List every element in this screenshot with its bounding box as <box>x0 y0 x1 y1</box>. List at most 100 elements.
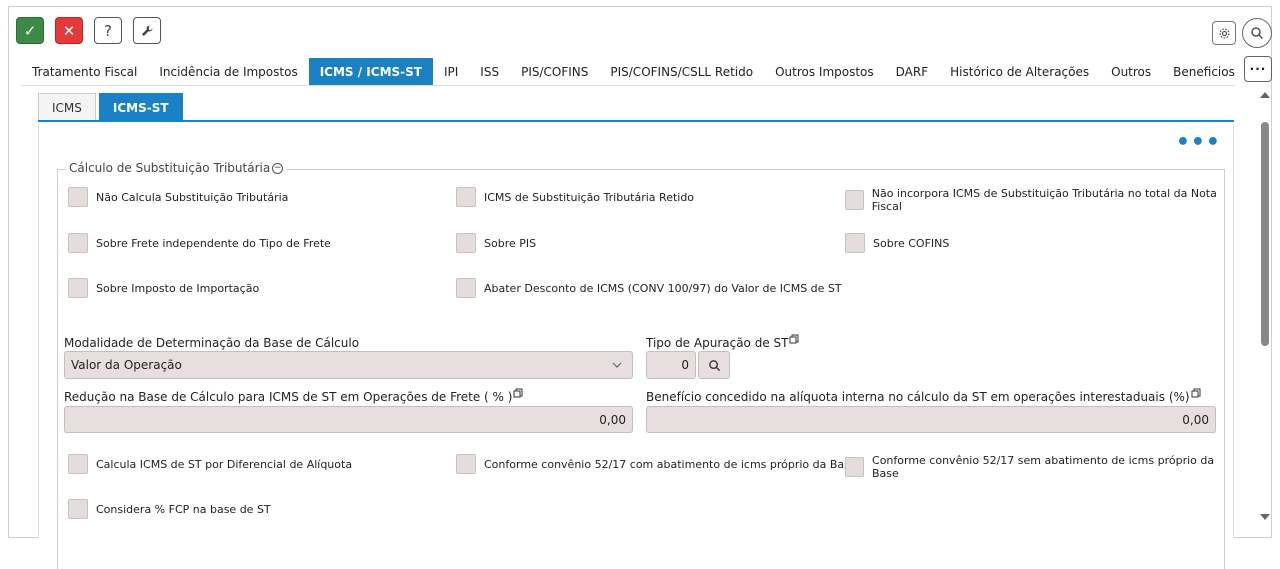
tab-outros-impostos[interactable]: Outros Impostos <box>764 58 885 86</box>
more-icon: ··· <box>1249 62 1267 76</box>
reducao-label: Redução na Base de Cálculo para ICMS de … <box>64 388 523 404</box>
checkbox-icms-st-retido[interactable]: ICMS de Substituição Tributária Retido <box>456 187 694 207</box>
modalidade-label-text: Modalidade de Determinação da Base de Cá… <box>64 336 360 350</box>
checkbox-label: Abater Desconto de ICMS (CONV 100/97) do… <box>484 281 842 295</box>
checkbox-sobre-imposto-importacao[interactable]: Sobre Imposto de Importação <box>68 278 259 298</box>
checkbox-box[interactable] <box>456 278 476 298</box>
beneficio-input[interactable]: 0,00 <box>646 406 1216 433</box>
tab-beneficios[interactable]: Beneficios <box>1162 58 1246 86</box>
tab-darf[interactable]: DARF <box>885 58 939 86</box>
subtab-icms-st[interactable]: ICMS-ST <box>98 93 183 121</box>
beneficio-label: Benefício concedido na alíquota interna … <box>646 388 1201 404</box>
checkbox-label: Não Calcula Substituição Tributária <box>96 190 289 204</box>
checkbox-sobre-pis[interactable]: Sobre PIS <box>456 233 536 253</box>
checkbox-convenio-sem-abatimento[interactable]: Conforme convênio 52/17 sem abatimento d… <box>845 454 1224 480</box>
settings-button[interactable] <box>1212 21 1236 45</box>
icms-st-panel: ••• Cálculo de Substituição Tributária −… <box>38 124 1234 569</box>
panel-more-button[interactable]: ••• <box>1176 132 1221 154</box>
checkbox-label: Conforme convênio 52/17 com abatimento d… <box>484 457 857 471</box>
reducao-label-text: Redução na Base de Cálculo para ICMS de … <box>64 390 513 404</box>
tab-outros[interactable]: Outros <box>1100 58 1162 86</box>
tipo-apuracao-value: 0 <box>681 358 689 372</box>
tipo-apuracao-label-text: Tipo de Apuração de ST <box>646 336 789 350</box>
copy-icon[interactable] <box>513 388 523 398</box>
modalidade-value: Valor da Operação <box>71 358 182 372</box>
cancel-button[interactable]: ✕ <box>55 17 83 44</box>
collapse-icon[interactable]: − <box>272 162 284 174</box>
tab-icms-icms-st[interactable]: ICMS / ICMS-ST <box>308 58 433 86</box>
checkbox-sobre-cofins[interactable]: Sobre COFINS <box>845 233 949 253</box>
modalidade-label: Modalidade de Determinação da Base de Cá… <box>64 336 359 350</box>
tipo-apuracao-search-button[interactable] <box>698 351 730 379</box>
tab-tratamento-fiscal[interactable]: Tratamento Fiscal <box>21 58 148 86</box>
subtabs-divider <box>38 120 1234 122</box>
checkbox-label: Sobre PIS <box>484 236 537 250</box>
help-button[interactable]: ? <box>94 17 122 44</box>
checkbox-label: Sobre Imposto de Importação <box>96 281 260 295</box>
checkbox-box[interactable] <box>68 454 88 474</box>
checkbox-box[interactable] <box>845 233 865 253</box>
gear-icon <box>1218 27 1230 39</box>
toolbar: ✓ ✕ ? <box>16 17 161 44</box>
search-button[interactable] <box>1242 18 1272 48</box>
checkbox-label: Não incorpora ICMS de Substituição Tribu… <box>871 187 1217 213</box>
close-icon: ✕ <box>62 21 76 40</box>
scroll-thumb[interactable] <box>1261 122 1269 346</box>
main-tabs: Tratamento Fiscal Incidência de Impostos… <box>21 58 1246 86</box>
confirm-button[interactable]: ✓ <box>16 17 44 44</box>
checkbox-convenio-com-abatimento[interactable]: Conforme convênio 52/17 com abatimento d… <box>456 454 857 474</box>
checkbox-box[interactable] <box>456 187 476 207</box>
checkbox-label: Conforme convênio 52/17 sem abatimento d… <box>872 454 1215 480</box>
search-icon <box>1251 27 1264 40</box>
tipo-apuracao-input[interactable]: 0 <box>646 351 696 379</box>
modalidade-select[interactable]: Valor da Operação <box>64 351 633 379</box>
checkbox-box[interactable] <box>456 454 476 474</box>
reducao-input[interactable]: 0,00 <box>64 406 633 433</box>
checkbox-box[interactable] <box>845 190 864 210</box>
group-title: Cálculo de Substituição Tributária − <box>66 161 287 175</box>
tab-pis-cofins-csll-retido[interactable]: PIS/COFINS/CSLL Retido <box>599 58 764 86</box>
checkbox-box[interactable] <box>68 233 88 253</box>
chevron-down-icon <box>612 362 622 368</box>
checkbox-box[interactable] <box>68 278 88 298</box>
reducao-value: 0,00 <box>599 412 626 427</box>
tab-incidencia-impostos[interactable]: Incidência de Impostos <box>148 58 308 86</box>
checkbox-considera-fcp[interactable]: Considera % FCP na base de ST <box>68 499 271 519</box>
checkbox-nao-calcula-st[interactable]: Não Calcula Substituição Tributária <box>68 187 288 207</box>
sub-tabs: ICMS ICMS-ST <box>38 93 183 121</box>
scroll-up-icon[interactable] <box>1260 92 1270 98</box>
beneficio-value: 0,00 <box>1182 412 1209 427</box>
checkbox-label: Sobre Frete independente do Tipo de Fret… <box>96 236 331 250</box>
top-right-tools <box>1212 18 1272 48</box>
checkbox-box[interactable] <box>68 499 88 519</box>
help-icon: ? <box>104 21 112 40</box>
checkbox-box[interactable] <box>845 457 865 477</box>
search-icon <box>708 359 720 371</box>
checkbox-nao-incorpora-icms-st[interactable]: Não incorpora ICMS de Substituição Tribu… <box>845 187 1224 213</box>
subtab-icms[interactable]: ICMS <box>38 93 96 121</box>
tabs-divider <box>21 85 1235 86</box>
tab-iss[interactable]: ISS <box>469 58 510 86</box>
more-options-button[interactable]: ··· <box>1244 56 1272 82</box>
beneficio-label-text: Benefício concedido na alíquota interna … <box>646 390 1190 404</box>
tab-pis-cofins[interactable]: PIS/COFINS <box>510 58 599 86</box>
vertical-scrollbar[interactable] <box>1258 92 1272 522</box>
checkbox-sobre-frete[interactable]: Sobre Frete independente do Tipo de Fret… <box>68 233 331 253</box>
checkbox-box[interactable] <box>456 233 476 253</box>
scroll-down-icon[interactable] <box>1260 514 1270 520</box>
checkbox-box[interactable] <box>68 187 88 207</box>
checkbox-label: ICMS de Substituição Tributária Retido <box>484 190 695 204</box>
tab-historico-alteracoes[interactable]: Histórico de Alterações <box>939 58 1100 86</box>
substituicao-tributaria-group: Cálculo de Substituição Tributária − Não… <box>57 161 1225 569</box>
checkbox-label: Sobre COFINS <box>873 236 950 250</box>
tools-button[interactable] <box>133 17 161 44</box>
copy-icon[interactable] <box>789 334 799 344</box>
copy-icon[interactable] <box>1191 388 1201 398</box>
checkbox-label: Calcula ICMS de ST por Diferencial de Al… <box>96 457 353 471</box>
group-title-text: Cálculo de Substituição Tributária <box>69 161 271 175</box>
tab-ipi[interactable]: IPI <box>433 58 469 86</box>
checkbox-abater-desconto-icms[interactable]: Abater Desconto de ICMS (CONV 100/97) do… <box>456 278 842 298</box>
check-icon: ✓ <box>23 21 37 40</box>
checkbox-diferencial-aliquota[interactable]: Calcula ICMS de ST por Diferencial de Al… <box>68 454 352 474</box>
wrench-icon <box>142 25 153 36</box>
